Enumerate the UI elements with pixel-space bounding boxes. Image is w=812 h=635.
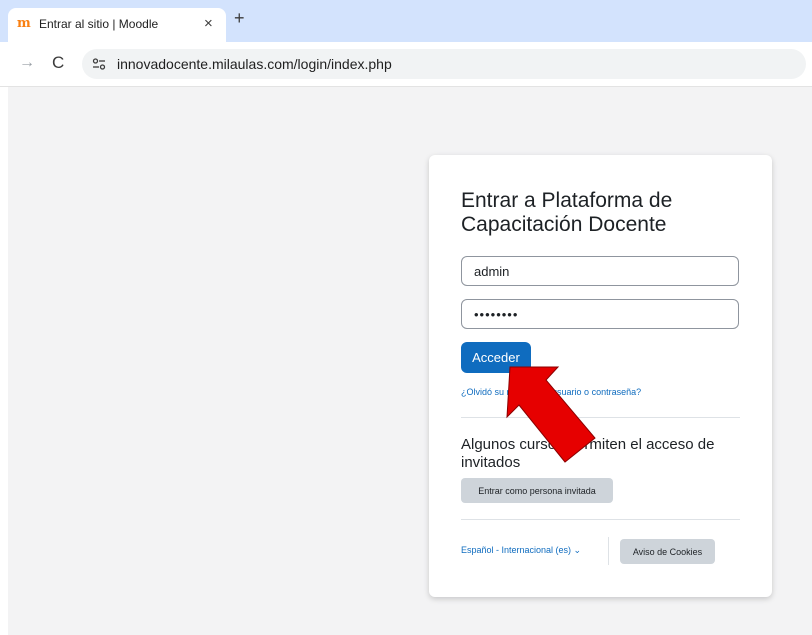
tab-title: Entrar al sitio | Moodle xyxy=(39,17,159,31)
forward-icon[interactable]: → xyxy=(19,54,35,72)
moodle-logo-icon: m xyxy=(17,16,31,31)
reload-icon[interactable]: C xyxy=(52,53,64,73)
divider xyxy=(461,519,740,520)
browser-tab[interactable]: m Entrar al sitio | Moodle × xyxy=(8,8,226,42)
login-button[interactable]: Acceder xyxy=(461,342,531,373)
login-title: Entrar a Plataforma de Capacitación Doce… xyxy=(461,189,673,236)
username-input[interactable] xyxy=(461,256,739,286)
page-background: Entrar a Plataforma de Capacitación Doce… xyxy=(8,87,812,635)
guest-login-button[interactable]: Entrar como persona invitada xyxy=(461,478,613,503)
site-info-icon[interactable] xyxy=(92,57,106,71)
cookies-notice-button[interactable]: Aviso de Cookies xyxy=(620,539,715,564)
login-card: Entrar a Plataforma de Capacitación Doce… xyxy=(429,155,772,597)
browser-toolbar: → C innovadocente.milaulas.com/login/ind… xyxy=(0,42,812,87)
close-tab-icon[interactable]: × xyxy=(204,15,213,32)
password-input[interactable] xyxy=(461,299,739,329)
new-tab-icon[interactable]: + xyxy=(234,9,245,27)
url-text[interactable]: innovadocente.milaulas.com/login/index.p… xyxy=(117,56,392,72)
browser-tabstrip: m Entrar al sitio | Moodle × + xyxy=(0,0,812,42)
divider xyxy=(461,417,740,418)
language-selector[interactable]: Español - Internacional (es) ⌄ xyxy=(461,545,581,556)
footer-separator xyxy=(608,537,609,565)
guest-access-heading: Algunos cursos permiten el acceso de inv… xyxy=(461,436,715,471)
forgot-password-link[interactable]: ¿Olvidó su nombre de usuario o contraseñ… xyxy=(461,387,641,397)
address-bar[interactable]: innovadocente.milaulas.com/login/index.p… xyxy=(82,49,806,79)
